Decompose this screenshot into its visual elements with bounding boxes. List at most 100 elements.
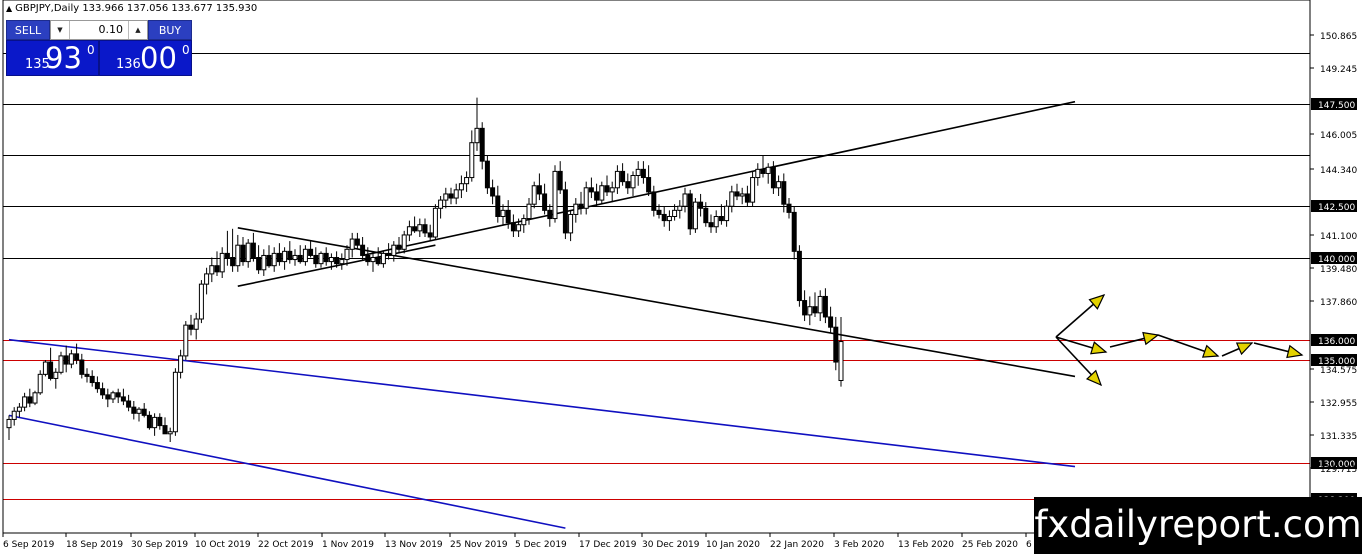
candle-body [323, 252, 329, 263]
lot-size-stepper[interactable]: ▼ 0.10 ▲ [50, 20, 148, 40]
candle-body [105, 394, 111, 400]
price-label: 137.860 [1320, 298, 1357, 308]
candle-body [16, 406, 22, 412]
candle-body [422, 224, 428, 234]
one-click-trading-panel: SELL ▼ 0.10 ▲ BUY 135 93 0 136 00 0 [6, 20, 192, 76]
time-label: 17 Dec 2019 [579, 540, 637, 550]
candle-body [240, 244, 246, 263]
candle-body [204, 273, 210, 285]
candle-body [209, 265, 215, 275]
buy-quote[interactable]: 136 00 0 [99, 40, 192, 76]
candle-body [729, 191, 735, 207]
candle-body [318, 252, 324, 265]
candle-body [334, 257, 340, 265]
candle-body [765, 166, 771, 174]
candle-body [718, 216, 724, 222]
candle-body [266, 254, 272, 267]
price-label: 147.500 [1318, 101, 1355, 111]
candle-body [568, 213, 574, 234]
forecast-arrow-head [1201, 344, 1220, 358]
candle-body [344, 248, 350, 261]
sell-price-pips: 93 [45, 41, 82, 75]
candle-body [188, 324, 194, 330]
price-chart[interactable]: 150.865 149.245 147.500 146.005 144.340 142.5… [0, 0, 1362, 554]
candle-body [713, 216, 719, 228]
candle-body [136, 408, 142, 414]
candle-body [79, 359, 85, 375]
trendline [8, 414, 566, 529]
candle-body [22, 396, 28, 408]
candle-body [230, 257, 236, 267]
price-label: 144.340 [1320, 166, 1357, 176]
candle-body [453, 189, 459, 199]
candle-body [448, 193, 454, 199]
candle-body [521, 218, 527, 226]
candle-body [219, 252, 225, 273]
candle-body [68, 353, 74, 365]
candle-body [292, 254, 298, 261]
buy-price-fraction: 0 [182, 43, 190, 57]
candle-body [510, 222, 516, 232]
candle-body [734, 191, 740, 197]
candle-body [432, 207, 438, 238]
candle-body [672, 209, 678, 218]
candle-body [302, 248, 308, 263]
candle-body [833, 326, 839, 363]
buy-button[interactable]: BUY [148, 20, 192, 40]
candle-body [126, 400, 132, 408]
time-label: 22 Jan 2020 [770, 540, 824, 550]
sell-button[interactable]: SELL [6, 20, 50, 40]
forecast-arrow-head [1286, 344, 1304, 359]
time-label: 22 Oct 2019 [258, 540, 314, 550]
buy-price-prefix: 136 [116, 57, 141, 72]
time-label: 6 [1026, 540, 1032, 550]
price-label: 141.100 [1320, 232, 1357, 242]
candle-body [287, 250, 293, 261]
candle-body [750, 177, 756, 203]
candle-body [474, 127, 480, 144]
trendline [362, 100, 1076, 257]
sell-quote[interactable]: 135 93 0 [6, 40, 99, 76]
price-label: 150.865 [1320, 32, 1357, 42]
candle-body [755, 168, 761, 179]
candle-body [807, 306, 813, 316]
forecast-arrow-head [1235, 342, 1254, 356]
candle-body [786, 203, 792, 213]
price-label: 140.000 [1318, 255, 1355, 265]
candle-body [74, 353, 80, 361]
candle-body [63, 355, 69, 365]
candle-body [802, 300, 808, 316]
chevron-up-icon[interactable]: ▲ [128, 21, 147, 39]
candle-body [640, 168, 646, 179]
candle-body [646, 177, 652, 193]
candle-body [438, 199, 444, 209]
candle-body [557, 170, 563, 191]
candle-body [703, 207, 709, 224]
candle-body [666, 216, 672, 222]
candle-body [396, 244, 402, 250]
lot-size-input[interactable]: 0.10 [71, 21, 127, 39]
candle-body [604, 185, 610, 193]
candle-body [812, 306, 818, 314]
candle-body [770, 166, 776, 189]
candle-body [58, 355, 64, 373]
candle-body [313, 254, 319, 265]
candle-body [708, 222, 714, 228]
candle-body [250, 242, 256, 258]
candle-body [479, 127, 485, 162]
time-label: 6 Sep 2019 [3, 540, 55, 550]
candle-body [406, 226, 412, 236]
candle-body [32, 392, 38, 404]
forecast-arrow-head [1090, 341, 1108, 355]
candle-body [120, 396, 126, 402]
candle-body [838, 341, 844, 381]
candle-body [443, 193, 449, 201]
chevron-down-icon[interactable]: ▼ [51, 21, 70, 39]
candle-body [297, 254, 303, 263]
candle-body [822, 295, 828, 318]
candle-body [490, 187, 496, 197]
sell-price-fraction: 0 [87, 43, 95, 57]
candle-body [594, 191, 600, 201]
candle-body [817, 295, 823, 314]
candle-body [796, 250, 802, 302]
